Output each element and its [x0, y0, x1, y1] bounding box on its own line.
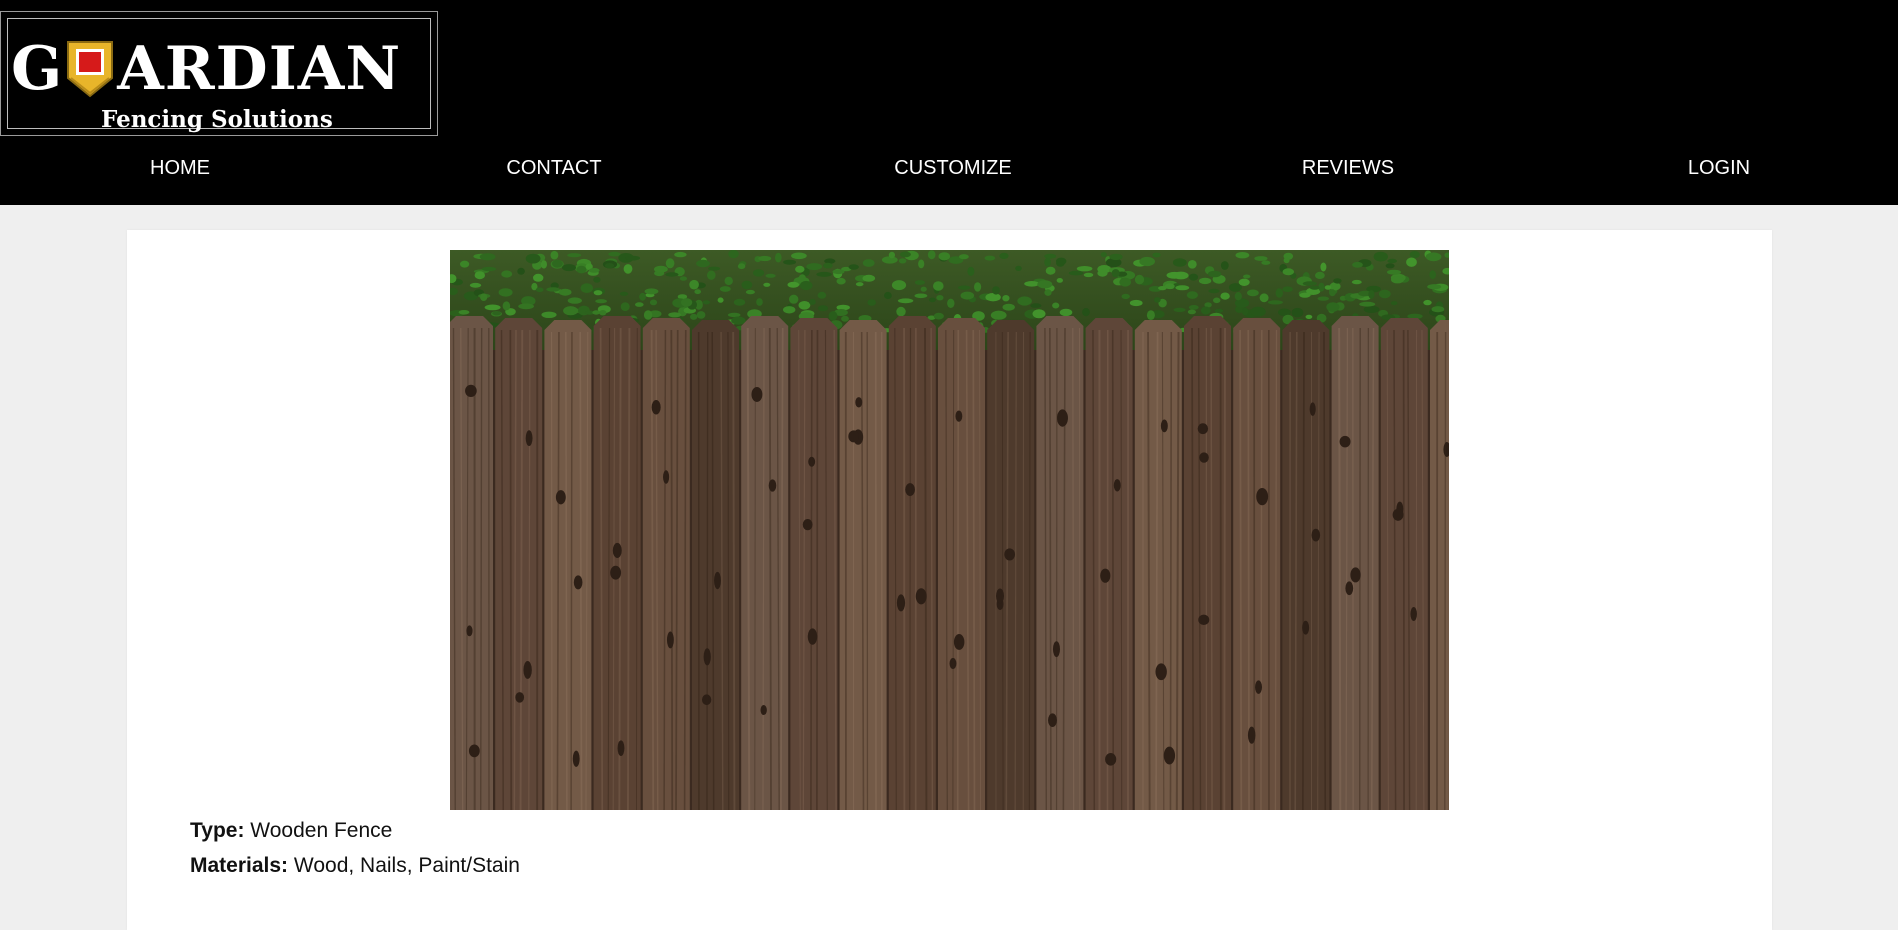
type-value: Wooden Fence — [250, 819, 392, 842]
product-materials: Materials: Wood, Nails, Paint/Stain — [190, 854, 520, 878]
nav-home[interactable]: HOME — [150, 148, 210, 188]
type-label: Type: — [190, 819, 244, 842]
main-nav: HOME CONTACT CUSTOMIZE REVIEWS LOGIN — [0, 148, 1898, 188]
materials-value: Wood, Nails, Paint/Stain — [294, 854, 520, 877]
fence-photo — [450, 250, 1449, 810]
nav-customize[interactable]: CUSTOMIZE — [894, 148, 1011, 188]
nav-reviews[interactable]: REVIEWS — [1302, 148, 1394, 188]
logo[interactable]: G ARDIAN Fencing Solutions — [0, 11, 438, 136]
materials-label: Materials: — [190, 854, 288, 877]
nav-contact[interactable]: CONTACT — [506, 148, 601, 188]
fence-image — [450, 250, 1449, 810]
product-type: Type: Wooden Fence — [190, 819, 392, 843]
nav-login[interactable]: LOGIN — [1688, 148, 1750, 188]
logo-wordmark: G ARDIAN — [11, 34, 401, 104]
logo-subtitle: Fencing Solutions — [101, 106, 333, 133]
site-header: G ARDIAN Fencing Solutions HOME CONTACT … — [0, 0, 1898, 205]
logo-letter-g: G — [11, 39, 63, 99]
shield-icon — [65, 40, 115, 98]
logo-letters-rest: ARDIAN — [117, 39, 401, 99]
